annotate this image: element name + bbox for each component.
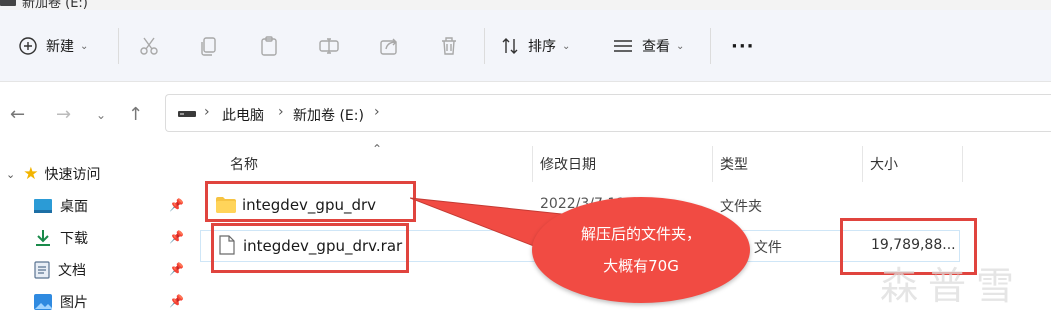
annotation-callout: 解压后的文件夹， 大概有70G [532, 197, 750, 303]
rename-icon [319, 38, 339, 54]
cut-button[interactable] [138, 10, 160, 82]
column-divider[interactable] [712, 146, 713, 182]
sort-button-label: 排序 [528, 39, 556, 55]
share-icon [380, 38, 397, 55]
navigation-pane: ⌄ ★ 快速访问 桌面 📌 下载 📌 文档 📌 图片 📌 [0, 146, 190, 318]
toolbar-divider [710, 28, 711, 64]
command-bar: 新建 ⌄ 排序 ⌄ 查看 ⌄ ··· [0, 10, 1051, 82]
new-button[interactable]: 新建 ⌄ [18, 10, 88, 82]
rename-button[interactable] [318, 10, 340, 82]
paste-button[interactable] [258, 10, 280, 82]
scissors-icon [140, 37, 158, 55]
sort-arrows-icon [502, 38, 518, 54]
column-divider[interactable] [532, 146, 533, 182]
pin-icon[interactable]: 📌 [169, 294, 184, 308]
column-header-size[interactable]: 大小 [870, 154, 898, 174]
document-icon [34, 261, 50, 279]
column-divider[interactable] [862, 146, 863, 182]
forward-arrow-icon[interactable]: → [56, 104, 71, 125]
sidebar-item-quick-access[interactable]: ⌄ ★ 快速访问 [0, 158, 190, 190]
annotation-line-2: 大概有70G [603, 257, 679, 275]
more-options-button[interactable]: ··· [731, 10, 755, 82]
sidebar-item-documents[interactable]: 文档 📌 [0, 254, 190, 286]
delete-button[interactable] [438, 10, 460, 82]
view-button-label: 查看 [642, 39, 670, 55]
pin-icon[interactable]: 📌 [169, 262, 184, 276]
sidebar-item-downloads[interactable]: 下载 📌 [0, 222, 190, 254]
pin-icon[interactable]: 📌 [169, 230, 184, 244]
clipboard-icon [261, 36, 277, 56]
chevron-down-icon: ⌄ [80, 40, 89, 52]
chevron-down-icon: ⌄ [562, 40, 571, 52]
copy-button[interactable] [198, 10, 220, 82]
sidebar-item-label: 下载 [60, 231, 88, 247]
breadcrumb-separator-icon: › [204, 104, 210, 120]
picture-icon [34, 294, 52, 310]
toolbar-divider [484, 28, 485, 64]
sidebar-item-pictures[interactable]: 图片 📌 [0, 286, 190, 318]
address-bar[interactable]: › 此电脑 › 新加卷 (E:) › [165, 94, 1051, 132]
recent-chevron-icon[interactable]: ⌄ [96, 108, 106, 122]
breadcrumb-drive-e[interactable]: 新加卷 (E:) [293, 105, 364, 125]
sidebar-item-label: 快速访问 [44, 167, 101, 183]
column-header-row: ⌃ 名称 修改日期 类型 大小 [190, 142, 1051, 182]
share-button[interactable] [378, 10, 400, 82]
sort-button[interactable]: 排序 ⌄ [500, 10, 570, 82]
breadcrumb-separator-icon: › [278, 104, 284, 120]
highlight-box-folder [205, 181, 416, 222]
trash-icon [442, 37, 456, 55]
back-arrow-icon[interactable]: ← [10, 104, 25, 125]
pin-icon[interactable]: 📌 [169, 198, 184, 212]
copy-icon [201, 37, 216, 56]
sort-ascending-icon: ⌃ [372, 142, 383, 156]
window-title: 新加卷 (E:) [22, 0, 88, 10]
drive-icon [0, 0, 16, 6]
desktop-icon [34, 199, 52, 213]
annotation-line-1: 解压后的文件夹， [580, 225, 701, 243]
title-bar: 新加卷 (E:) [0, 0, 1051, 10]
download-icon [36, 230, 50, 246]
toolbar-divider [118, 28, 119, 64]
star-icon: ★ [23, 164, 39, 184]
highlight-box-archive [211, 223, 409, 273]
view-lines-icon [614, 40, 632, 52]
watermark-text: 森普雪 [880, 264, 1025, 308]
drive-icon [178, 111, 196, 117]
chevron-down-icon: ⌄ [676, 40, 685, 52]
column-header-modified[interactable]: 修改日期 [540, 154, 596, 174]
sidebar-item-label: 文档 [58, 263, 86, 279]
breadcrumb-separator-icon: › [374, 104, 380, 120]
chevron-down-icon: ⌄ [6, 167, 16, 181]
plus-circle-icon [19, 37, 37, 55]
sidebar-item-desktop[interactable]: 桌面 📌 [0, 190, 190, 222]
breadcrumb-this-pc[interactable]: 此电脑 [222, 105, 264, 125]
sidebar-item-label: 桌面 [60, 199, 88, 215]
sidebar-item-label: 图片 [60, 295, 88, 311]
view-button[interactable]: 查看 ⌄ [612, 10, 684, 82]
file-type: 文件夹 [720, 199, 762, 215]
column-divider[interactable] [962, 146, 963, 182]
column-header-name[interactable]: 名称 [230, 154, 258, 174]
column-header-type[interactable]: 类型 [720, 154, 748, 174]
up-arrow-icon[interactable]: ↑ [128, 104, 143, 125]
new-button-label: 新建 [46, 39, 74, 55]
